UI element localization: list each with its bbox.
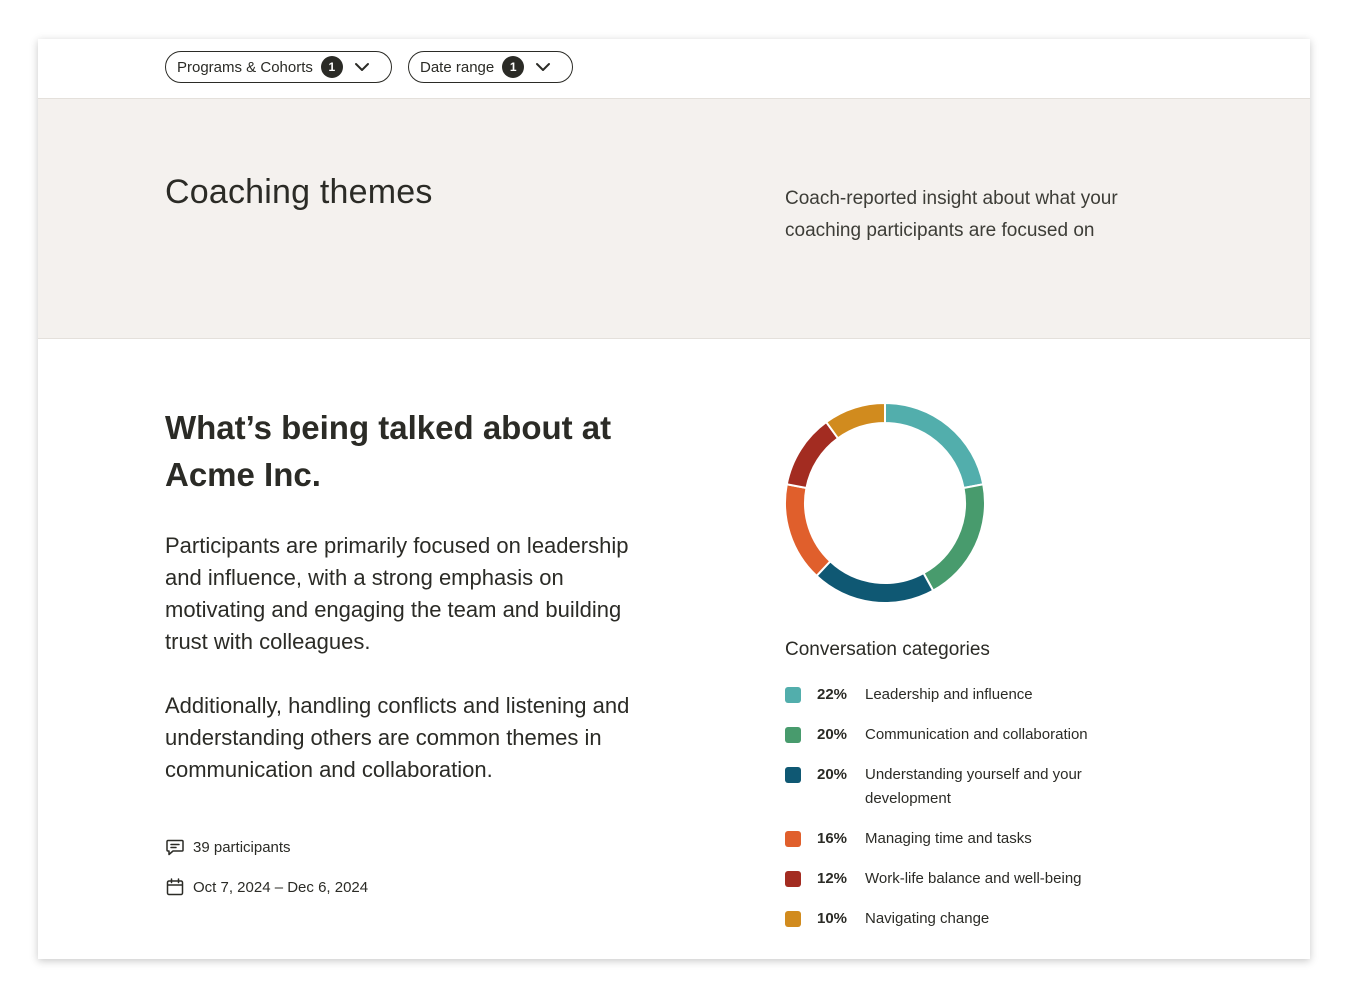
legend-swatch — [785, 727, 801, 743]
legend-swatch — [785, 831, 801, 847]
legend-percent: 16% — [817, 830, 848, 847]
date-span: Oct 7, 2024 – Dec 6, 2024 — [165, 876, 368, 898]
legend-percent: 22% — [817, 686, 848, 703]
chevron-down-icon — [354, 63, 369, 71]
legend-percent: 12% — [817, 870, 848, 887]
donut-slice-6 — [824, 403, 886, 440]
legend-title: Conversation categories — [785, 639, 990, 660]
legend-label: Leadership and influence — [865, 686, 1033, 703]
legend-item: 16% Managing time and tasks — [785, 827, 1145, 851]
donut-slice-2 — [922, 483, 985, 592]
participants-count: 39 participants — [165, 836, 291, 858]
page-subtitle: Coach-reported insight about what your c… — [785, 188, 1118, 241]
donut-slice-1 — [884, 403, 985, 490]
legend-label: Navigating change — [865, 910, 990, 927]
date-span-text: Oct 7, 2024 – Dec 6, 2024 — [193, 878, 369, 896]
legend-item: 12% Work-life balance and well-being — [785, 867, 1145, 891]
date-range-count-badge: 1 — [502, 56, 525, 78]
summary-paragraph-1: Participants are primarily focused on le… — [165, 533, 629, 654]
legend-swatch — [785, 911, 801, 927]
legend-label: Understanding yourself and your developm… — [865, 766, 1082, 807]
chevron-down-icon — [536, 63, 551, 71]
donut-slice-5 — [785, 420, 840, 490]
donut-slice-4 — [785, 483, 832, 578]
summary-paragraph-2: Additionally, handling conflicts and lis… — [165, 693, 630, 782]
calendar-icon — [166, 878, 184, 896]
conversation-categories-donut-chart — [785, 403, 985, 603]
legend-item: 10% Navigating change — [785, 907, 1145, 931]
programs-cohorts-label: Programs & Cohorts — [177, 58, 313, 76]
legend-percent: 10% — [817, 910, 848, 927]
legend-percent: 20% — [817, 726, 848, 743]
page-title: Coaching themes — [165, 173, 433, 211]
legend-label: Communication and collaboration — [865, 726, 1088, 743]
date-range-label: Date range — [420, 58, 495, 76]
legend-swatch — [785, 687, 801, 703]
programs-cohorts-filter[interactable]: Programs & Cohorts 1 — [165, 51, 392, 83]
donut-slice-3 — [815, 559, 935, 603]
legend-label: Managing time and tasks — [865, 830, 1032, 847]
legend-item: 20% Understanding yourself and your devel… — [785, 763, 1145, 811]
legend-label: Work-life balance and well-being — [865, 870, 1082, 887]
filter-bar: Programs & Cohorts 1 Date range 1 — [38, 39, 1310, 99]
date-range-filter[interactable]: Date range 1 — [408, 51, 573, 83]
chart-legend: 22% Leadership and influence 20% Communicat… — [785, 683, 1145, 947]
header-band: Coaching themes Coach-reported insight a… — [38, 99, 1310, 339]
programs-cohorts-count-badge: 1 — [320, 56, 343, 78]
legend-swatch — [785, 767, 801, 783]
legend-item: 22% Leadership and influence — [785, 683, 1145, 707]
chat-bubble-icon — [166, 839, 184, 856]
summary-heading: What’s being talked about at Acme Inc. — [165, 409, 612, 493]
legend-swatch — [785, 871, 801, 887]
participants-count-text: 39 participants — [193, 838, 291, 856]
legend-item: 20% Communication and collaboration — [785, 723, 1145, 747]
legend-percent: 20% — [817, 766, 848, 783]
coaching-themes-card: Programs & Cohorts 1 Date range 1 Coachi… — [38, 39, 1310, 959]
